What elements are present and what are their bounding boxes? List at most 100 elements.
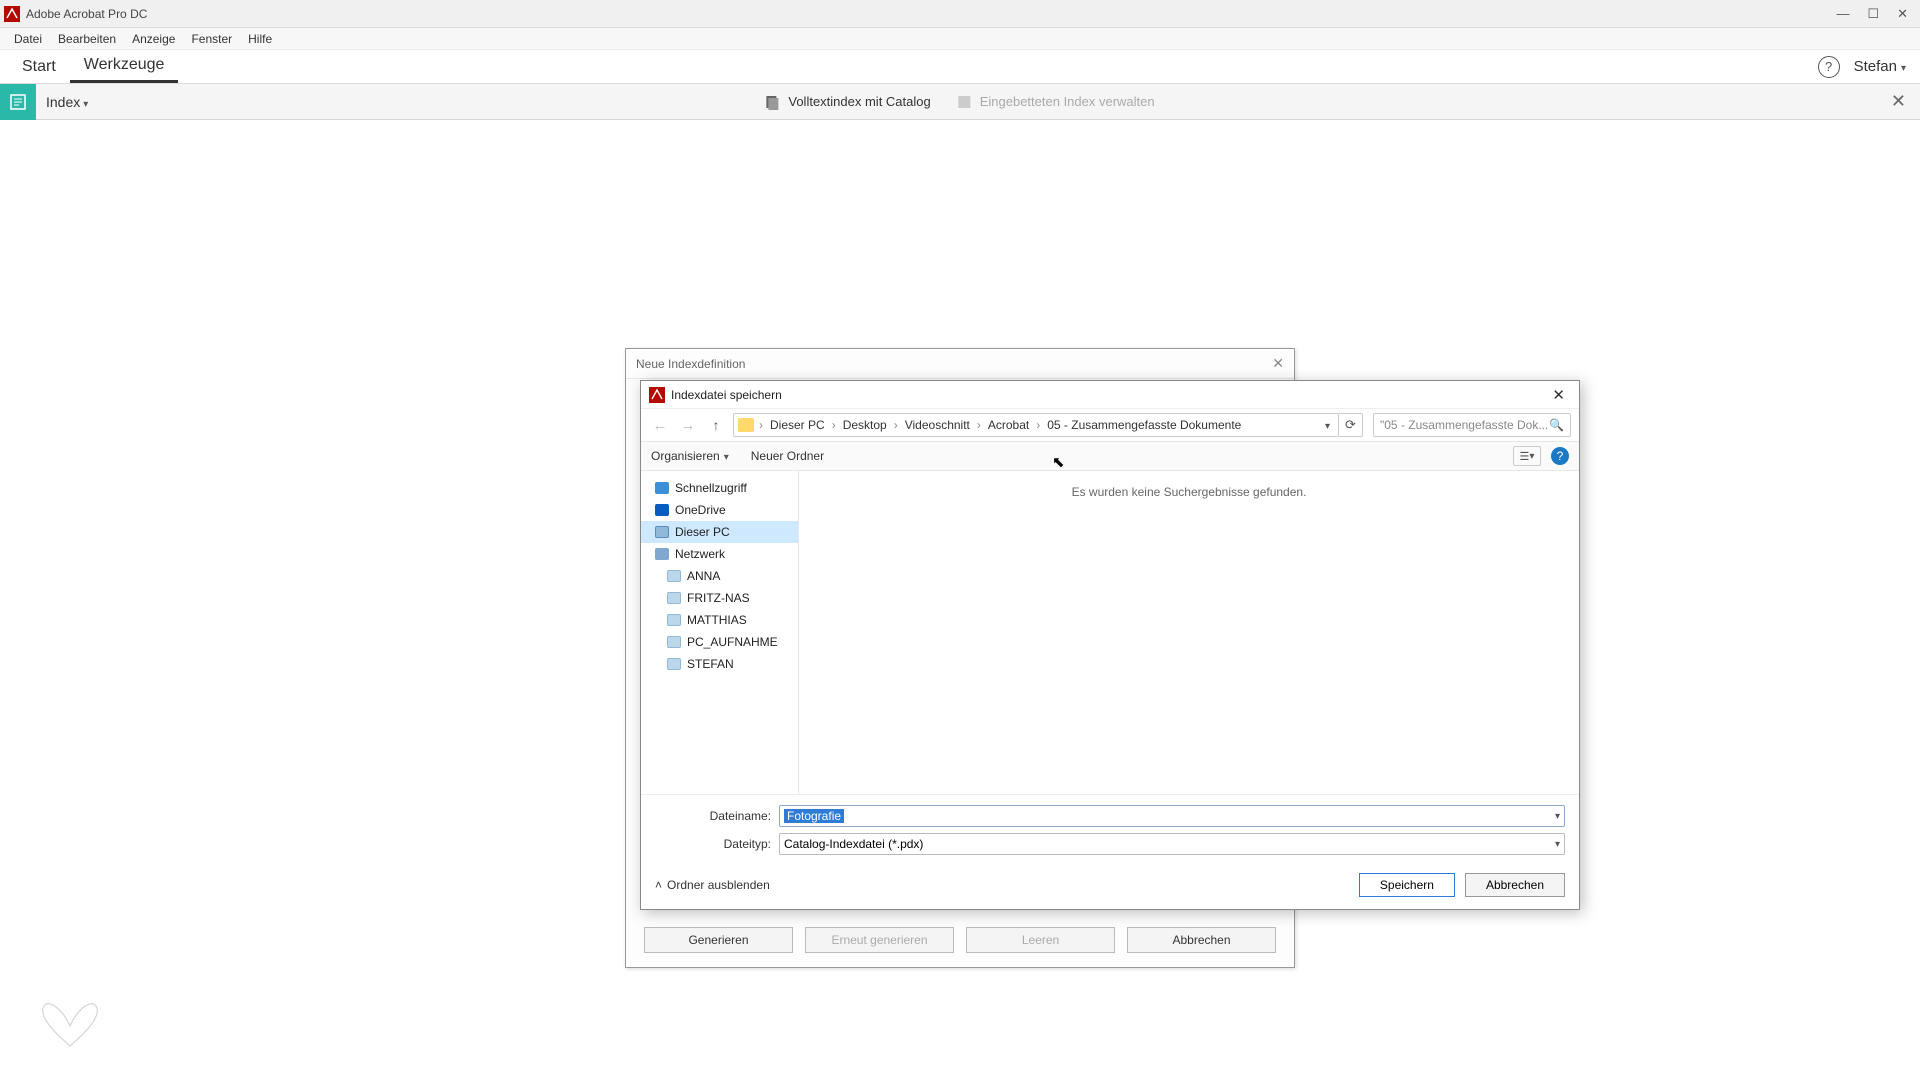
user-menu[interactable]: Stefan bbox=[1854, 58, 1912, 75]
action-embedded-index: Eingebetteten Index verwalten bbox=[957, 94, 1155, 110]
chevron-down-icon bbox=[1529, 450, 1534, 462]
refresh-icon[interactable]: ⟳ bbox=[1339, 413, 1363, 437]
organize-dropdown[interactable]: Organisieren bbox=[651, 449, 729, 463]
tree-item-thispc[interactable]: Dieser PC bbox=[641, 521, 798, 543]
chevron-up-icon: ˄ bbox=[655, 878, 662, 892]
tree-item-label: MATTHIAS bbox=[687, 613, 747, 627]
dialog-save-index-file: Indexdatei speichern ✕ ← → ↑ › Dieser PC… bbox=[640, 380, 1580, 910]
filetype-label: Dateityp: bbox=[655, 837, 771, 851]
close-icon[interactable]: ✕ bbox=[1546, 386, 1571, 404]
tree-item-label: OneDrive bbox=[675, 503, 726, 517]
menu-datei[interactable]: Datei bbox=[6, 30, 50, 48]
app-tabs: Start Werkzeuge ? Stefan bbox=[0, 50, 1920, 84]
chevron-down-icon[interactable] bbox=[1321, 418, 1334, 432]
tree-item-host[interactable]: ANNA bbox=[641, 565, 798, 587]
menu-anzeige[interactable]: Anzeige bbox=[124, 30, 183, 48]
file-list-area: Es wurden keine Suchergebnisse gefunden. bbox=[799, 471, 1579, 794]
search-input[interactable]: "05 - Zusammengefasste Dok... 🔍 bbox=[1373, 413, 1571, 437]
network-icon bbox=[655, 548, 669, 560]
tree-item-host[interactable]: STEFAN bbox=[641, 653, 798, 675]
host-icon bbox=[667, 570, 681, 582]
organize-label: Organisieren bbox=[651, 449, 720, 463]
tool-strip: Index Volltextindex mit Catalog Eingebet… bbox=[0, 84, 1920, 120]
chevron-down-icon[interactable] bbox=[1555, 838, 1560, 850]
filename-label: Dateiname: bbox=[655, 809, 771, 823]
tree-item-label: ANNA bbox=[687, 569, 720, 583]
dialog-title: Indexdatei speichern bbox=[671, 388, 782, 402]
action-label: Eingebetteten Index verwalten bbox=[980, 94, 1155, 109]
save-button[interactable]: Speichern bbox=[1359, 873, 1455, 897]
index-tool-icon bbox=[0, 84, 36, 120]
tool-name-dropdown[interactable]: Index bbox=[36, 94, 94, 110]
hide-folders-toggle[interactable]: ˄ Ordner ausblenden bbox=[655, 878, 770, 892]
chevron-down-icon[interactable] bbox=[1555, 810, 1560, 822]
menu-bearbeiten[interactable]: Bearbeiten bbox=[50, 30, 124, 48]
user-name: Stefan bbox=[1854, 58, 1897, 75]
menu-hilfe[interactable]: Hilfe bbox=[240, 30, 280, 48]
nav-up-icon[interactable]: ↑ bbox=[705, 414, 727, 436]
tree-item-label: PC_AUFNAHME bbox=[687, 635, 778, 649]
filename-value: Fotografie bbox=[784, 809, 844, 823]
folder-icon bbox=[738, 418, 754, 432]
catalog-icon bbox=[765, 94, 781, 110]
tree-item-label: FRITZ-NAS bbox=[687, 591, 750, 605]
tab-start[interactable]: Start bbox=[8, 52, 70, 82]
menu-fenster[interactable]: Fenster bbox=[183, 30, 240, 48]
help-icon[interactable]: ? bbox=[1818, 56, 1840, 78]
search-placeholder: "05 - Zusammengefasste Dok... bbox=[1380, 418, 1548, 432]
help-icon[interactable]: ? bbox=[1551, 447, 1569, 465]
host-icon bbox=[667, 614, 681, 626]
action-fulltext-catalog[interactable]: Volltextindex mit Catalog bbox=[765, 94, 930, 110]
generate-button[interactable]: Generieren bbox=[644, 927, 793, 953]
filename-input[interactable]: Fotografie bbox=[779, 805, 1565, 827]
dialog-title: Neue Indexdefinition bbox=[636, 357, 745, 371]
close-tool-icon[interactable]: ✕ bbox=[1877, 91, 1920, 112]
embedded-index-icon bbox=[957, 94, 973, 110]
empty-message: Es wurden keine Suchergebnisse gefunden. bbox=[1072, 485, 1307, 499]
breadcrumb[interactable]: Acrobat bbox=[984, 416, 1033, 434]
close-icon[interactable]: ✕ bbox=[1272, 355, 1284, 372]
filetype-value: Catalog-Indexdatei (*.pdx) bbox=[784, 837, 923, 851]
breadcrumb[interactable]: Dieser PC bbox=[766, 416, 829, 434]
breadcrumb[interactable]: Videoschnitt bbox=[901, 416, 974, 434]
tree-item-quickaccess[interactable]: Schnellzugriff bbox=[641, 477, 798, 499]
action-label: Volltextindex mit Catalog bbox=[788, 94, 930, 109]
window-titlebar: Adobe Acrobat Pro DC — ☐ ✕ bbox=[0, 0, 1920, 28]
tool-name-label: Index bbox=[46, 94, 80, 110]
new-folder-button[interactable]: Neuer Ordner bbox=[751, 449, 824, 463]
window-minimize-icon[interactable]: — bbox=[1836, 6, 1849, 22]
window-maximize-icon[interactable]: ☐ bbox=[1867, 6, 1879, 22]
menu-bar: Datei Bearbeiten Anzeige Fenster Hilfe bbox=[0, 28, 1920, 50]
tree-item-host[interactable]: PC_AUFNAHME bbox=[641, 631, 798, 653]
view-options-button[interactable]: ☰ bbox=[1513, 446, 1541, 466]
window-close-icon[interactable]: ✕ bbox=[1897, 6, 1908, 22]
onedrive-icon bbox=[655, 504, 669, 516]
window-title: Adobe Acrobat Pro DC bbox=[26, 7, 147, 21]
cancel-button[interactable]: Abbrechen bbox=[1465, 873, 1565, 897]
search-icon: 🔍 bbox=[1549, 418, 1564, 432]
host-icon bbox=[667, 592, 681, 604]
butterfly-logo bbox=[34, 998, 106, 1058]
pc-icon bbox=[655, 526, 669, 538]
tab-werkzeuge[interactable]: Werkzeuge bbox=[70, 50, 179, 83]
tree-item-label: Netzwerk bbox=[675, 547, 725, 561]
tree-item-host[interactable]: MATTHIAS bbox=[641, 609, 798, 631]
acrobat-app-icon bbox=[649, 387, 665, 403]
breadcrumb[interactable]: 05 - Zusammengefasste Dokumente bbox=[1043, 416, 1245, 434]
hide-folders-label: Ordner ausblenden bbox=[667, 878, 770, 892]
chevron-down-icon bbox=[724, 449, 729, 463]
folder-tree: Schnellzugriff OneDrive Dieser PC Netzwe… bbox=[641, 471, 799, 794]
nav-forward-icon: → bbox=[677, 414, 699, 436]
tree-item-label: Dieser PC bbox=[675, 525, 730, 539]
tree-item-onedrive[interactable]: OneDrive bbox=[641, 499, 798, 521]
address-bar[interactable]: › Dieser PC› Desktop› Videoschnitt› Acro… bbox=[733, 413, 1339, 437]
tree-item-network[interactable]: Netzwerk bbox=[641, 543, 798, 565]
acrobat-app-icon bbox=[4, 6, 20, 22]
breadcrumb[interactable]: Desktop bbox=[839, 416, 891, 434]
tree-item-host[interactable]: FRITZ-NAS bbox=[641, 587, 798, 609]
cancel-button[interactable]: Abbrechen bbox=[1127, 927, 1276, 953]
chevron-down-icon bbox=[83, 94, 88, 110]
clear-button: Leeren bbox=[966, 927, 1115, 953]
host-icon bbox=[667, 658, 681, 670]
filetype-select[interactable]: Catalog-Indexdatei (*.pdx) bbox=[779, 833, 1565, 855]
